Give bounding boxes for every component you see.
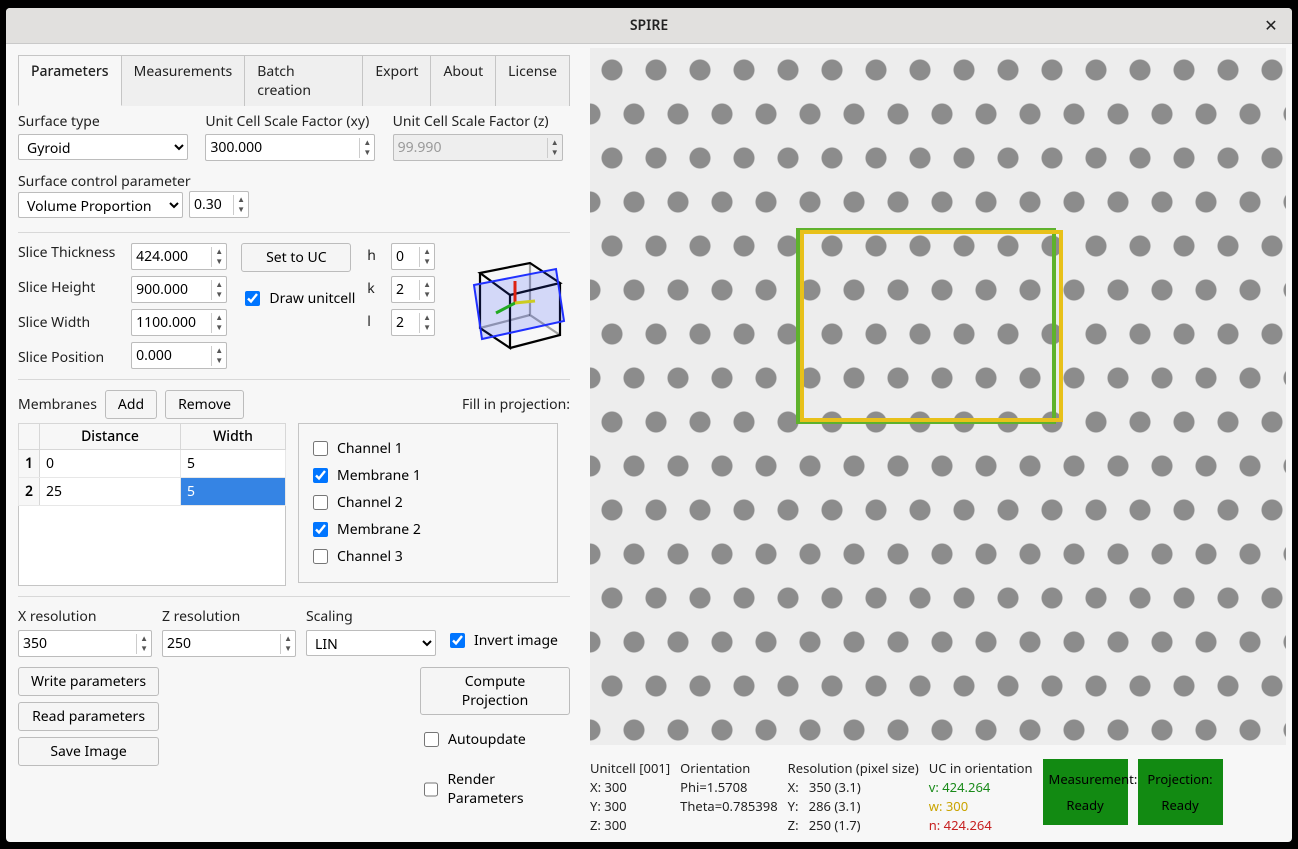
uc-z-label: Unit Cell Scale Factor (z) xyxy=(393,112,570,131)
slice-pos-label: Slice Position xyxy=(18,348,121,367)
xres-label: X resolution xyxy=(18,607,152,626)
table-row: 2 25 5 xyxy=(19,478,286,506)
slice-height-label: Slice Height xyxy=(18,278,121,297)
membrane1-check[interactable]: Membrane 1 xyxy=(309,465,547,486)
channel3-check[interactable]: Channel 3 xyxy=(309,546,547,567)
app-window: SPIRE ✕ Parameters Measurements Batch cr… xyxy=(6,8,1292,842)
uc-z-spin: ▲▼ xyxy=(393,134,563,161)
spin-up-icon: ▲ xyxy=(548,138,562,148)
l-label: l xyxy=(367,312,381,331)
scaling-label: Scaling xyxy=(306,607,436,626)
surface-type-select[interactable]: Gyroid xyxy=(18,134,188,160)
status-resolution: Resolution (pixel size) X: 350 (3.1) Y: … xyxy=(788,759,919,834)
slice-thickness[interactable]: ▲▼ xyxy=(131,243,227,270)
tab-license[interactable]: License xyxy=(496,55,570,106)
zres-label: Z resolution xyxy=(162,607,296,626)
spin-up-icon[interactable]: ▲ xyxy=(360,138,374,148)
uc-xy-input[interactable] xyxy=(206,135,359,160)
fill-label: Fill in projection: xyxy=(462,395,570,414)
preview-panel: Unitcell [001] X: 300 Y: 300 Z: 300 Orie… xyxy=(582,44,1292,842)
scaling-select[interactable]: LIN xyxy=(306,630,436,656)
surface-type-label: Surface type xyxy=(18,112,195,131)
read-params-button[interactable]: Read parameters xyxy=(18,702,159,731)
compute-projection-button[interactable]: Compute Projection xyxy=(420,667,570,715)
tab-measurements[interactable]: Measurements xyxy=(122,55,246,106)
tab-about[interactable]: About xyxy=(431,55,496,106)
projection-preview[interactable] xyxy=(590,48,1286,745)
spin-down-icon[interactable]: ▼ xyxy=(234,205,248,215)
slice-width-label: Slice Width xyxy=(18,313,121,332)
slice-height[interactable]: ▲▼ xyxy=(131,276,227,303)
titlebar: SPIRE ✕ xyxy=(6,8,1292,44)
surface-ctrl-input[interactable] xyxy=(190,192,233,217)
status-uc-orientation: UC in orientation v: 424.264 w: 300 n: 4… xyxy=(929,759,1033,834)
uc-overlay-yellow xyxy=(800,230,1063,422)
l-spin[interactable]: ▲▼ xyxy=(391,309,435,336)
uc-z-input xyxy=(394,135,547,160)
slice-thick-label: Slice Thickness xyxy=(18,243,121,262)
membrane2-check[interactable]: Membrane 2 xyxy=(309,519,547,540)
remove-membrane-button[interactable]: Remove xyxy=(165,390,244,419)
status-bar: Unitcell [001] X: 300 Y: 300 Z: 300 Orie… xyxy=(590,759,1286,834)
spin-down-icon: ▼ xyxy=(548,148,562,158)
xres-spin[interactable]: ▲▼ xyxy=(18,630,152,657)
autoupdate-check[interactable]: Autoupdate xyxy=(420,729,570,750)
h-spin[interactable]: ▲▼ xyxy=(391,243,435,270)
status-orientation: Orientation Phi=1.5708 Theta=0.785398 xyxy=(680,759,778,815)
k-label: k xyxy=(367,279,381,298)
tab-export[interactable]: Export xyxy=(363,55,431,106)
fill-projection-box: Channel 1 Membrane 1 Channel 2 Membrane … xyxy=(298,423,558,583)
set-to-uc-button[interactable]: Set to UC xyxy=(241,243,351,272)
tab-batch[interactable]: Batch creation xyxy=(245,55,363,106)
render-params-check[interactable]: Render Parameters xyxy=(420,770,570,808)
surface-ctrl-label: Surface control parameter xyxy=(18,172,191,191)
write-params-button[interactable]: Write parameters xyxy=(18,667,159,696)
uc-xy-spin[interactable]: ▲▼ xyxy=(205,134,375,161)
spin-down-icon[interactable]: ▼ xyxy=(360,148,374,158)
membranes-table[interactable]: DistanceWidth 1 0 5 2 25 5 xyxy=(18,423,286,586)
spin-up-icon[interactable]: ▲ xyxy=(234,195,248,205)
slice-width[interactable]: ▲▼ xyxy=(131,309,227,336)
zres-spin[interactable]: ▲▼ xyxy=(162,630,296,657)
save-image-button[interactable]: Save Image xyxy=(18,737,159,766)
invert-image-check[interactable]: Invert image xyxy=(446,629,558,651)
measurement-status: Measurement: Ready xyxy=(1043,759,1128,825)
status-unitcell: Unitcell [001] X: 300 Y: 300 Z: 300 xyxy=(590,759,670,834)
tab-bar: Parameters Measurements Batch creation E… xyxy=(18,54,570,106)
add-membrane-button[interactable]: Add xyxy=(105,390,157,419)
uc-xy-label: Unit Cell Scale Factor (xy) xyxy=(205,112,382,131)
k-spin[interactable]: ▲▼ xyxy=(391,276,435,303)
surface-ctrl-select[interactable]: Volume Proportion xyxy=(18,192,183,218)
close-icon[interactable]: ✕ xyxy=(1260,14,1282,36)
membranes-label: Membranes xyxy=(18,395,97,414)
slice-position[interactable]: ▲▼ xyxy=(131,342,227,369)
channel1-check[interactable]: Channel 1 xyxy=(309,438,547,459)
parameters-panel: Parameters Measurements Batch creation E… xyxy=(6,44,582,842)
app-title: SPIRE xyxy=(630,16,668,35)
surface-ctrl-value[interactable]: ▲▼ xyxy=(189,191,249,218)
h-label: h xyxy=(367,246,381,265)
tab-parameters[interactable]: Parameters xyxy=(18,55,122,106)
table-row: 1 0 5 xyxy=(19,450,286,478)
unitcell-preview xyxy=(460,243,570,353)
projection-status: Projection: Ready xyxy=(1138,759,1223,825)
draw-unitcell-check[interactable]: Draw unitcell xyxy=(241,288,355,309)
channel2-check[interactable]: Channel 2 xyxy=(309,492,547,513)
